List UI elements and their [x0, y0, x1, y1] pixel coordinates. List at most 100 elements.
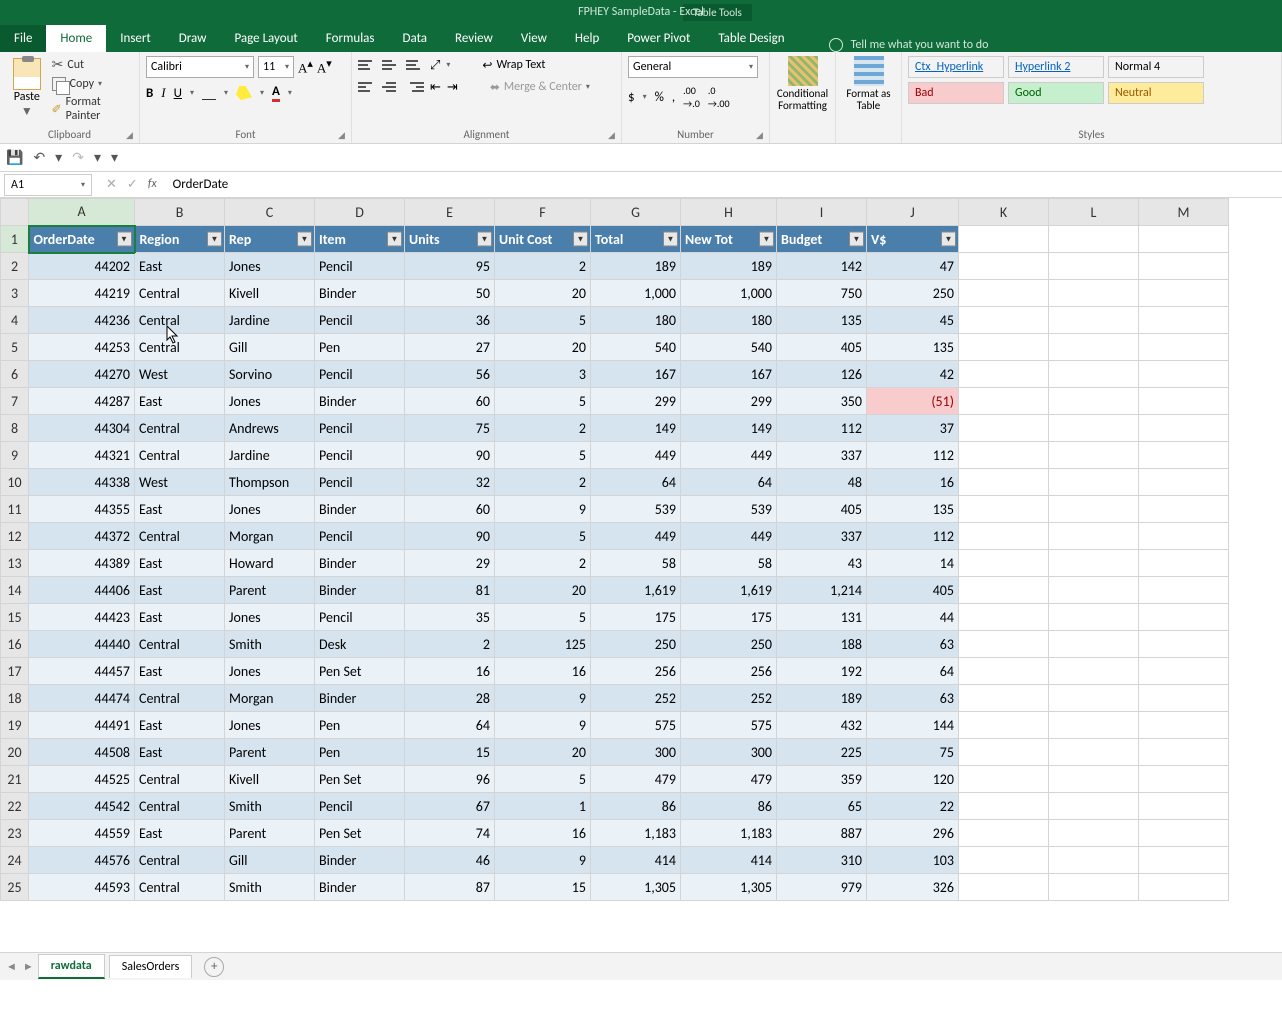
cell[interactable]: 9 [495, 685, 591, 712]
cell[interactable]: 337 [777, 442, 867, 469]
cell[interactable]: 45 [867, 307, 959, 334]
tab-draw[interactable]: Draw [165, 25, 221, 52]
font-color-button[interactable]: A [272, 84, 280, 102]
cell[interactable]: 120 [867, 766, 959, 793]
cell[interactable]: 86 [591, 793, 681, 820]
cell[interactable]: 64 [591, 469, 681, 496]
column-header-H[interactable]: H [681, 199, 777, 226]
cell[interactable]: 449 [591, 442, 681, 469]
cell[interactable]: Morgan [225, 685, 315, 712]
align-middle-button[interactable] [382, 56, 400, 74]
cell[interactable]: 2 [495, 469, 591, 496]
cell[interactable]: 189 [591, 253, 681, 280]
cell[interactable]: Morgan [225, 523, 315, 550]
cell[interactable]: 2 [495, 253, 591, 280]
cell[interactable]: 47 [867, 253, 959, 280]
cell[interactable] [959, 739, 1049, 766]
dialog-launcher-icon[interactable]: ◢ [338, 130, 348, 140]
tab-data[interactable]: Data [389, 25, 442, 52]
cell[interactable]: 50 [405, 280, 495, 307]
filter-dropdown-icon[interactable]: ▼ [573, 232, 588, 247]
table-header-cell[interactable]: New Tot▼ [681, 226, 777, 253]
cell[interactable]: Binder [315, 550, 405, 577]
cell[interactable]: 29 [405, 550, 495, 577]
cell[interactable]: 5 [495, 442, 591, 469]
style-good[interactable]: Good [1008, 82, 1104, 104]
cell[interactable]: Central [135, 793, 225, 820]
cell[interactable]: Parent [225, 577, 315, 604]
style-normal-4[interactable]: Normal 4 [1108, 56, 1204, 78]
cell[interactable]: 58 [681, 550, 777, 577]
cell[interactable]: 67 [405, 793, 495, 820]
row-header-1[interactable]: 1 [1, 226, 29, 253]
cell[interactable]: East [135, 604, 225, 631]
cell[interactable]: Central [135, 442, 225, 469]
cell[interactable]: Jones [225, 658, 315, 685]
cell[interactable] [959, 577, 1049, 604]
cell[interactable]: Central [135, 685, 225, 712]
cell[interactable]: Jardine [225, 307, 315, 334]
cell[interactable] [959, 766, 1049, 793]
name-box[interactable]: A1▾ [4, 174, 92, 196]
cell[interactable]: 63 [867, 685, 959, 712]
cell[interactable]: 63 [867, 631, 959, 658]
cell[interactable]: 64 [405, 712, 495, 739]
cell[interactable]: East [135, 739, 225, 766]
row-header-5[interactable]: 5 [1, 334, 29, 361]
cell[interactable] [1049, 874, 1139, 901]
cell[interactable]: Kivell [225, 280, 315, 307]
cell[interactable]: 20 [495, 334, 591, 361]
cell[interactable] [1139, 685, 1229, 712]
cell[interactable] [959, 469, 1049, 496]
cell[interactable]: 414 [681, 847, 777, 874]
cell[interactable]: 1,183 [591, 820, 681, 847]
cell[interactable]: Jones [225, 604, 315, 631]
cell[interactable] [959, 280, 1049, 307]
table-header-cell[interactable]: V$▼ [867, 226, 959, 253]
cell[interactable]: Jones [225, 496, 315, 523]
cell[interactable]: 81 [405, 577, 495, 604]
cell[interactable]: 192 [777, 658, 867, 685]
align-bottom-button[interactable] [406, 56, 424, 74]
cell[interactable] [1139, 550, 1229, 577]
column-header-G[interactable]: G [591, 199, 681, 226]
cell[interactable] [1049, 631, 1139, 658]
cell[interactable] [959, 415, 1049, 442]
merge-center-button[interactable]: ⬌Merge & Center▾ [490, 80, 590, 95]
column-header-D[interactable]: D [315, 199, 405, 226]
column-header-J[interactable]: J [867, 199, 959, 226]
column-header-I[interactable]: I [777, 199, 867, 226]
cell[interactable] [1139, 766, 1229, 793]
cell[interactable] [1139, 442, 1229, 469]
row-header-12[interactable]: 12 [1, 523, 29, 550]
cell[interactable] [1049, 523, 1139, 550]
cell[interactable]: 56 [405, 361, 495, 388]
filter-dropdown-icon[interactable]: ▼ [117, 232, 132, 247]
cell[interactable]: 135 [867, 334, 959, 361]
cell[interactable]: 95 [405, 253, 495, 280]
row-header-11[interactable]: 11 [1, 496, 29, 523]
table-header-cell[interactable]: Budget▼ [777, 226, 867, 253]
cell[interactable] [1049, 712, 1139, 739]
cell[interactable]: 405 [777, 496, 867, 523]
cell[interactable] [1049, 658, 1139, 685]
cell[interactable] [959, 874, 1049, 901]
font-name-dropdown[interactable]: Calibri▾ [146, 56, 254, 78]
cell[interactable] [959, 793, 1049, 820]
cell[interactable]: 300 [681, 739, 777, 766]
cell[interactable]: Binder [315, 874, 405, 901]
cell[interactable]: 175 [591, 604, 681, 631]
cell[interactable] [1139, 631, 1229, 658]
row-header-15[interactable]: 15 [1, 604, 29, 631]
tab-review[interactable]: Review [441, 25, 507, 52]
cell[interactable]: East [135, 712, 225, 739]
cell[interactable] [1139, 847, 1229, 874]
cell[interactable]: 65 [777, 793, 867, 820]
cell[interactable]: 135 [867, 496, 959, 523]
cell[interactable]: 432 [777, 712, 867, 739]
cell[interactable]: 359 [777, 766, 867, 793]
tab-page-layout[interactable]: Page Layout [220, 25, 311, 52]
align-top-button[interactable] [358, 56, 376, 74]
cell[interactable]: (51) [867, 388, 959, 415]
cell[interactable] [1049, 496, 1139, 523]
